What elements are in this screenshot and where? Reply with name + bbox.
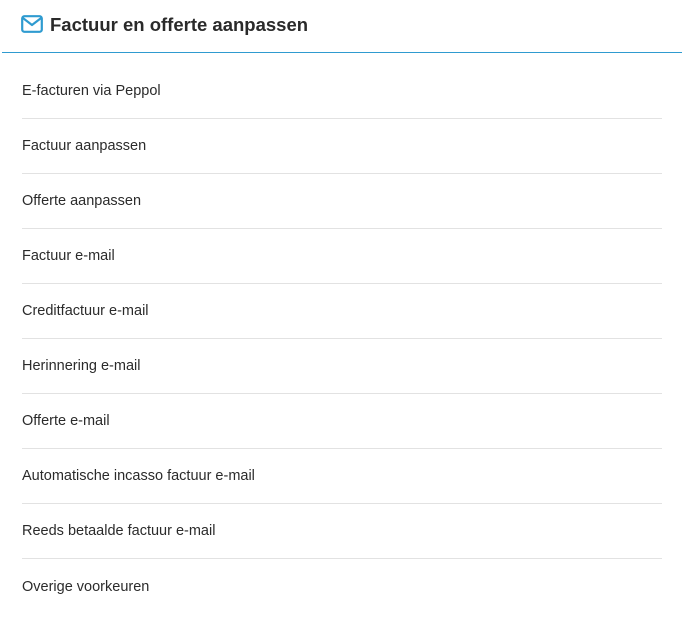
menu-item-quote-email[interactable]: Offerte e-mail bbox=[22, 394, 662, 449]
menu-item-e-invoices-peppol[interactable]: E-facturen via Peppol bbox=[22, 64, 662, 119]
settings-menu: E-facturen via Peppol Factuur aanpassen … bbox=[22, 64, 662, 614]
panel-title: Factuur en offerte aanpassen bbox=[50, 14, 309, 35]
settings-panel: Factuur en offerte aanpassen E-facturen … bbox=[0, 0, 683, 626]
panel-header: Factuur en offerte aanpassen bbox=[2, 0, 682, 53]
menu-item-direct-debit-invoice-email[interactable]: Automatische incasso factuur e-mail bbox=[22, 449, 662, 504]
envelope-icon bbox=[21, 15, 43, 33]
menu-item-edit-invoice[interactable]: Factuur aanpassen bbox=[22, 119, 662, 174]
menu-item-invoice-email[interactable]: Factuur e-mail bbox=[22, 229, 662, 284]
menu-item-other-preferences[interactable]: Overige voorkeuren bbox=[22, 559, 662, 614]
menu-item-reminder-email[interactable]: Herinnering e-mail bbox=[22, 339, 662, 394]
menu-item-edit-quote[interactable]: Offerte aanpassen bbox=[22, 174, 662, 229]
menu-item-paid-invoice-email[interactable]: Reeds betaalde factuur e-mail bbox=[22, 504, 662, 559]
menu-item-credit-invoice-email[interactable]: Creditfactuur e-mail bbox=[22, 284, 662, 339]
